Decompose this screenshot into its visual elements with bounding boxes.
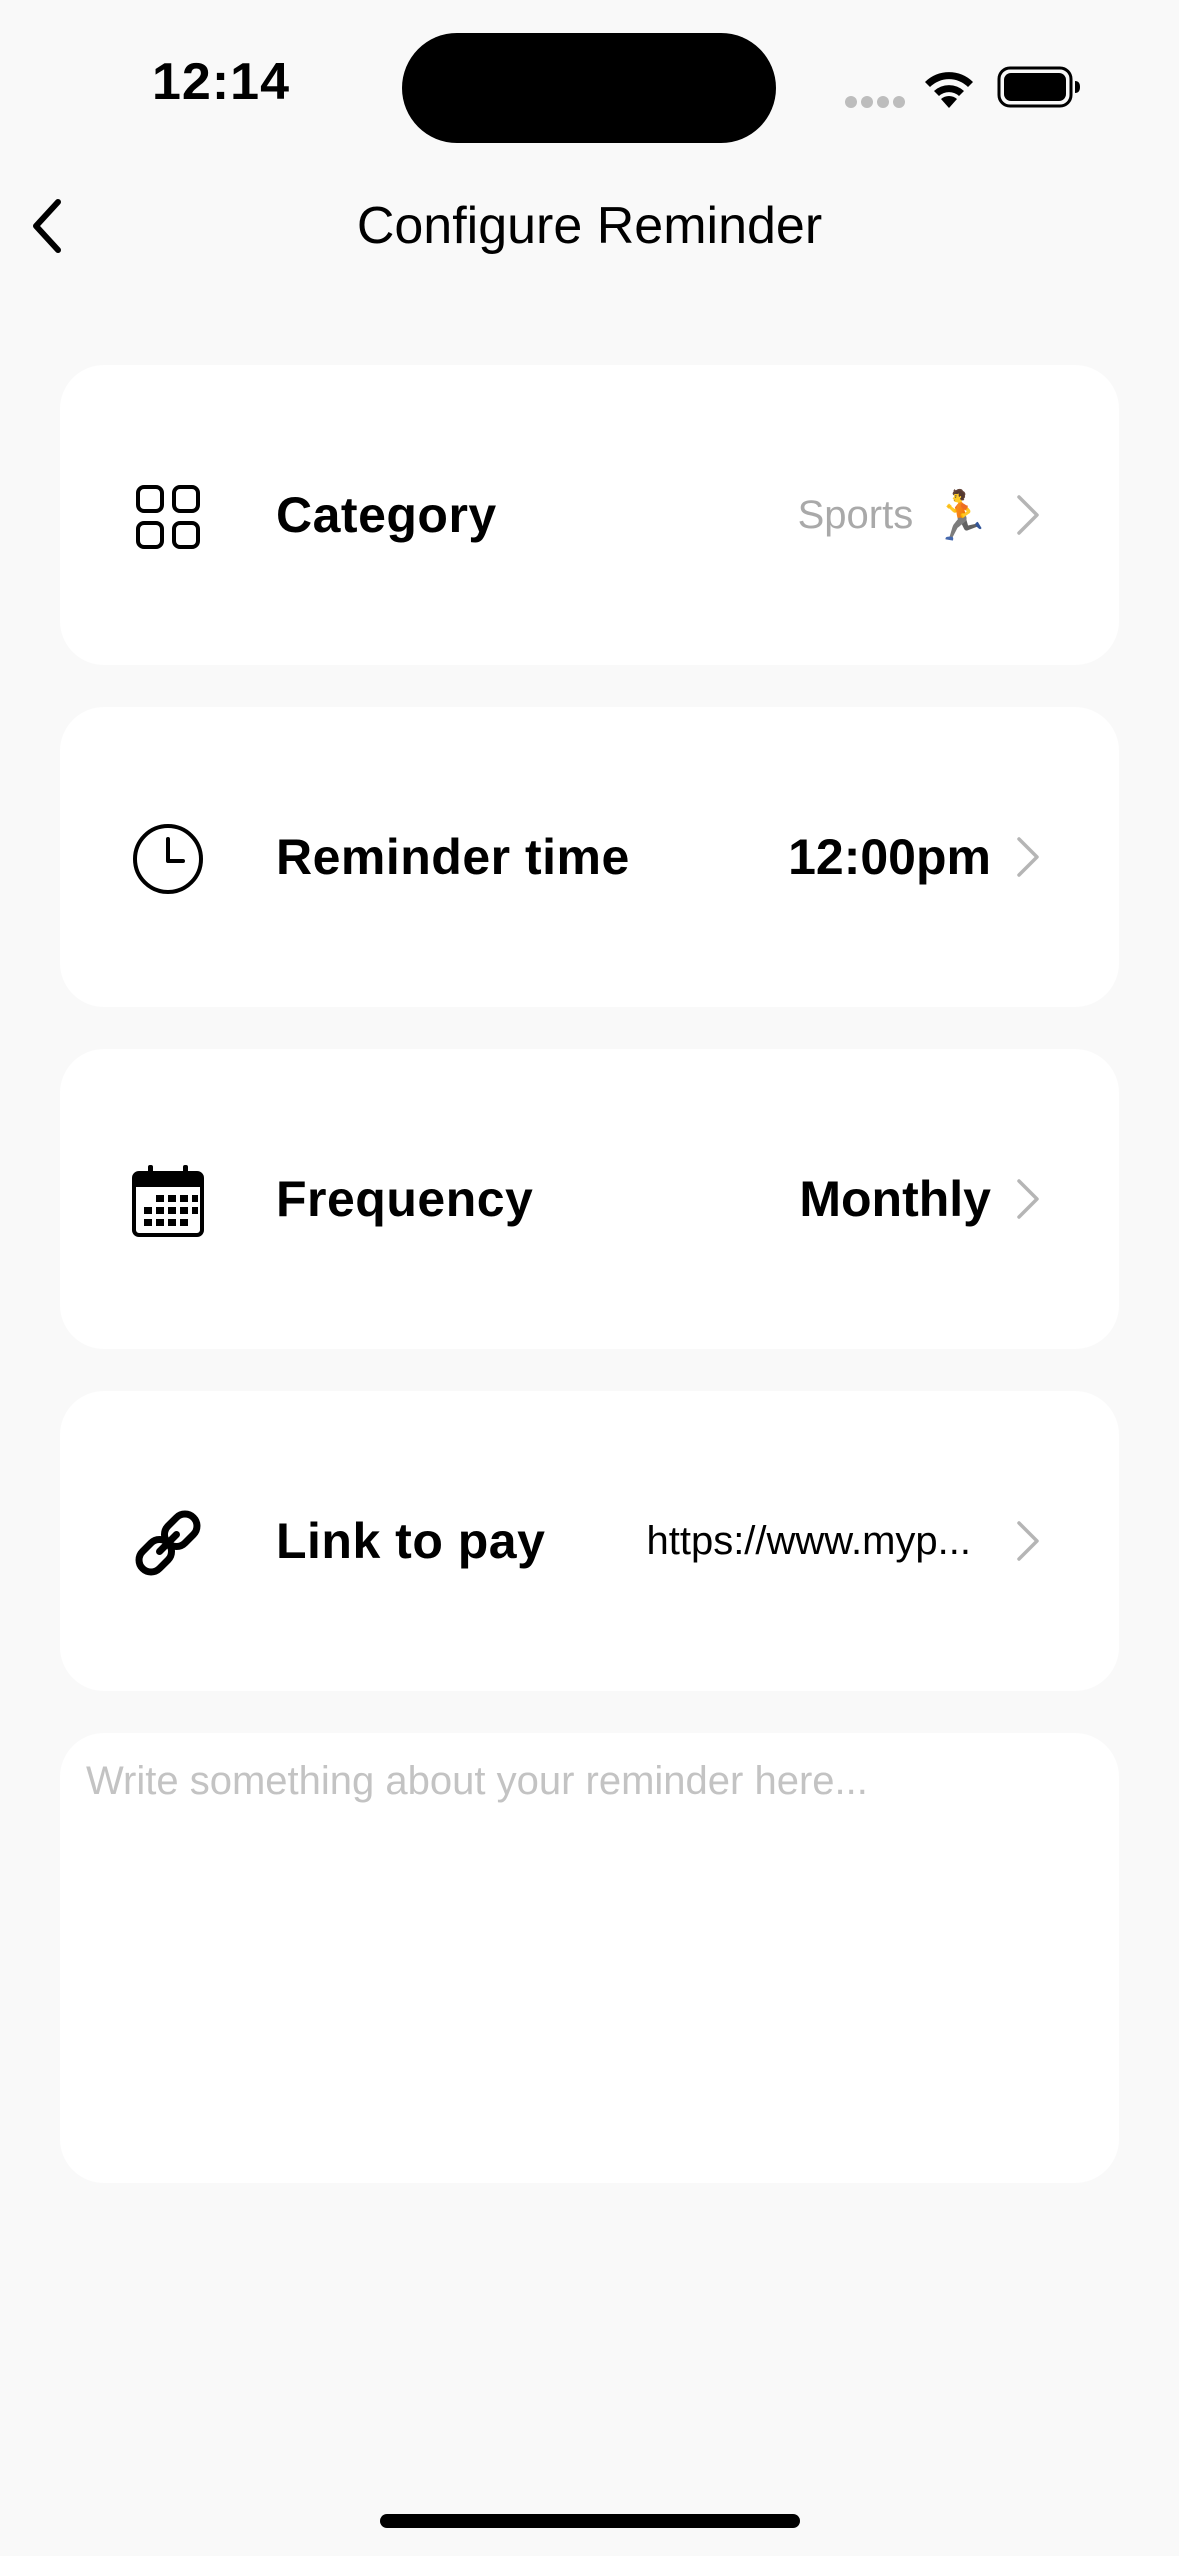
frequency-label: Frequency (276, 1171, 534, 1227)
chevron-right-icon (1017, 1521, 1039, 1561)
chevron-right-icon (1017, 1179, 1039, 1219)
reminder-time-row[interactable]: Reminder time 12:00pm (60, 707, 1119, 1007)
status-time: 12:14 (152, 53, 290, 111)
frequency-row[interactable]: Frequency Monthly (60, 1049, 1119, 1349)
category-row[interactable]: Category Sports 🏃 (60, 365, 1119, 665)
page-title: Configure Reminder (356, 197, 823, 255)
wifi-icon (925, 72, 973, 108)
frequency-value: Monthly (799, 1171, 991, 1227)
notes-input[interactable] (86, 1759, 1086, 2149)
chevron-right-icon (1017, 495, 1039, 535)
dynamic-island (402, 33, 776, 143)
cellular-signal-icon (845, 96, 905, 108)
calendar-icon (132, 1165, 204, 1237)
home-indicator[interactable] (380, 2514, 800, 2528)
clock-icon (133, 824, 203, 894)
link-to-pay-value: https://www.myp... (646, 1519, 971, 1563)
status-bar: 12:14 (0, 0, 1179, 180)
reminder-time-value: 12:00pm (788, 829, 991, 885)
battery-icon (997, 66, 1080, 108)
runner-emoji-icon: 🏃 (931, 490, 991, 544)
notes-box (60, 1733, 1119, 2183)
chevron-right-icon (1017, 837, 1039, 877)
link-icon (135, 1510, 201, 1576)
category-value: Sports 🏃 (798, 485, 991, 545)
category-label: Category (276, 487, 497, 543)
link-to-pay-row[interactable]: Link to pay https://www.myp... (60, 1391, 1119, 1691)
grid-icon (136, 485, 200, 549)
link-to-pay-label: Link to pay (276, 1513, 546, 1569)
reminder-time-label: Reminder time (276, 829, 630, 885)
category-value-text: Sports (797, 493, 914, 537)
